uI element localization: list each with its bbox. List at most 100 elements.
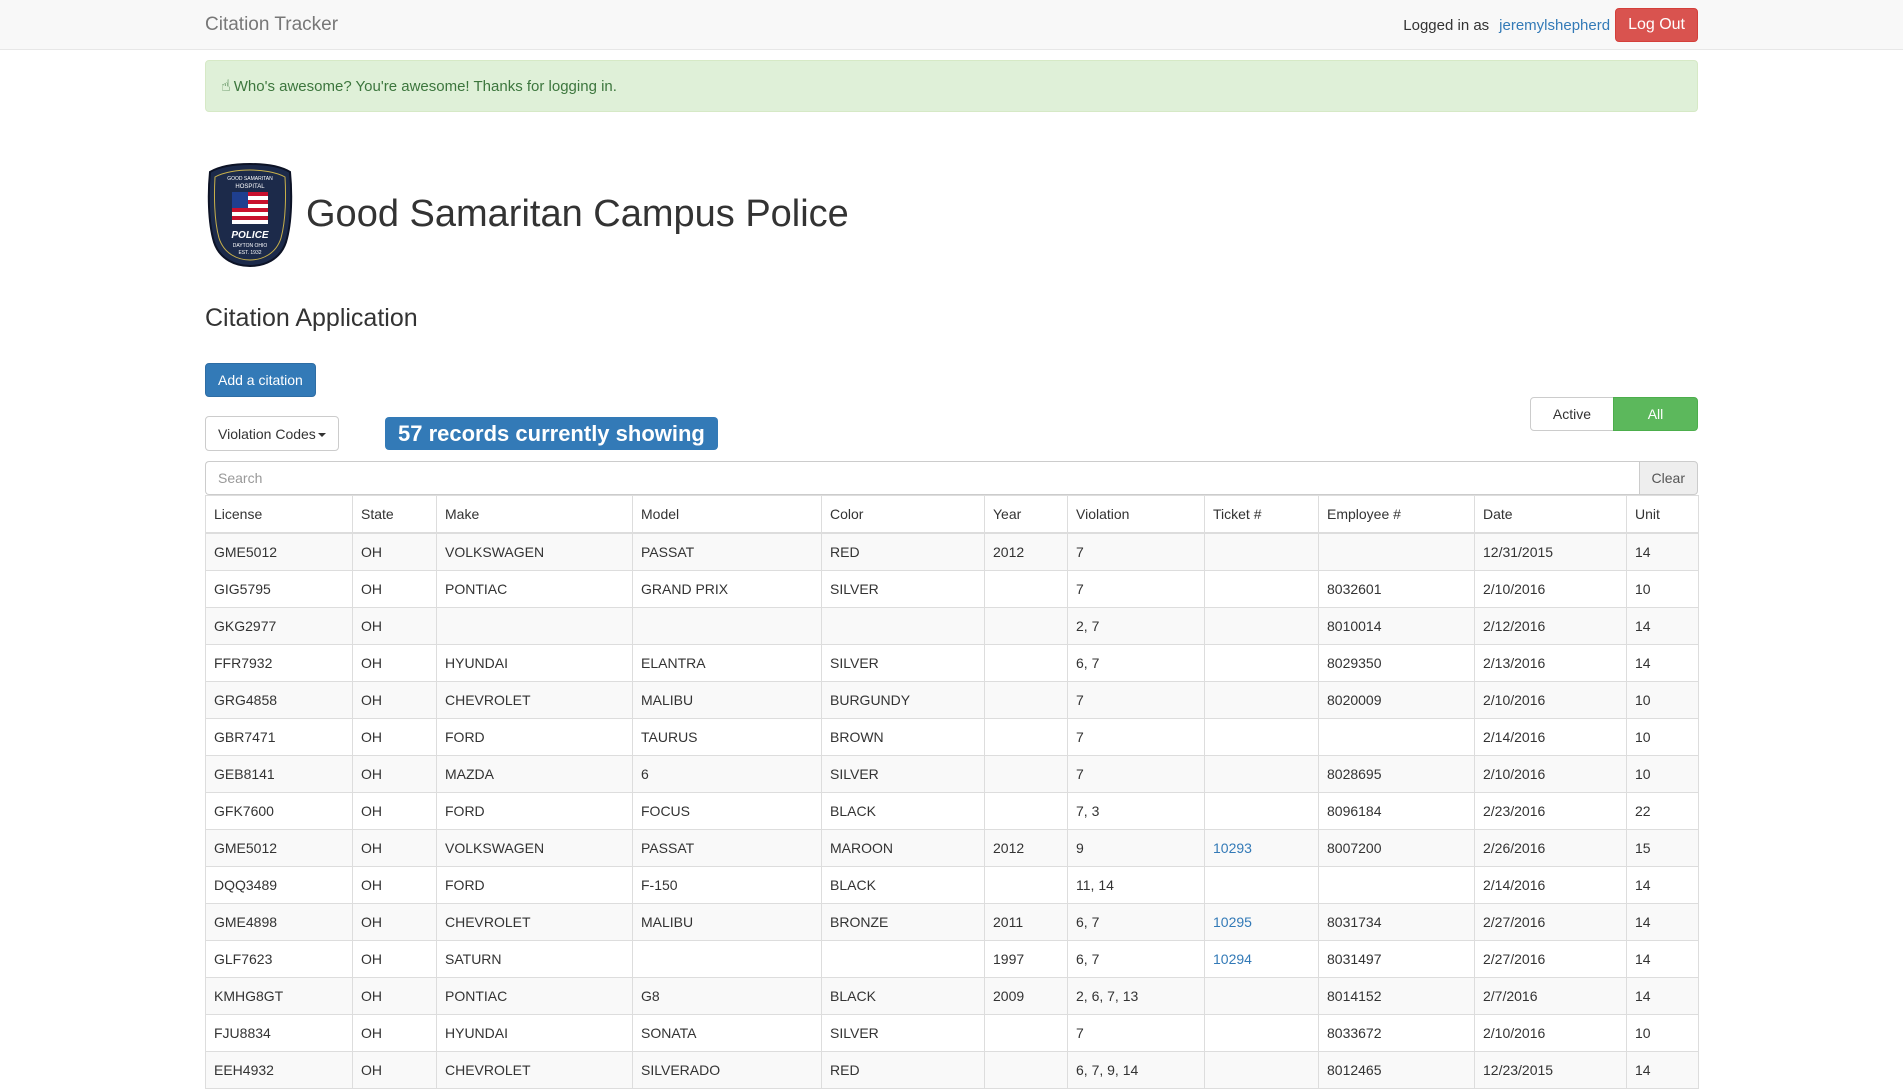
records-count-badge: 57 records currently showing: [385, 417, 718, 450]
all-filter-button[interactable]: All: [1613, 397, 1698, 431]
svg-text:POLICE: POLICE: [231, 230, 269, 241]
brand-link[interactable]: Citation Tracker: [205, 14, 338, 36]
table-cell: 12/31/2015: [1474, 532, 1627, 571]
svg-text:EST. 1932: EST. 1932: [238, 250, 261, 256]
table-cell: 12/23/2015: [1474, 1051, 1627, 1089]
table-cell: FORD: [436, 718, 633, 756]
column-header[interactable]: Make: [436, 495, 633, 534]
table-cell: 14: [1626, 866, 1699, 904]
table-cell: TAURUS: [632, 718, 822, 756]
table-cell: 10: [1626, 718, 1699, 756]
table-row[interactable]: FFR7932 OH HYUNDAI ELANTRA SILVER 6, 7 8029350…: [205, 644, 1699, 682]
table-cell: GRAND PRIX: [632, 570, 822, 608]
table-cell: GEB8141: [205, 755, 353, 793]
table-cell: MAZDA: [436, 755, 633, 793]
column-header[interactable]: Date: [1474, 495, 1627, 534]
table-cell: 14: [1626, 607, 1699, 645]
table-row[interactable]: FJU8834 OH HYUNDAI SONATA SILVER 7 8033672 2/10…: [205, 1014, 1699, 1052]
add-citation-button[interactable]: Add a citation: [205, 363, 316, 397]
table-cell: 8032601: [1318, 570, 1475, 608]
column-header[interactable]: Ticket #: [1204, 495, 1319, 534]
table-cell: G8: [632, 977, 822, 1015]
table-row[interactable]: GME4898 OH CHEVROLET MALIBU BRONZE 2011 6, 7 10…: [205, 903, 1699, 941]
table-row[interactable]: GRG4858 OH CHEVROLET MALIBU BURGUNDY 7 8020009…: [205, 681, 1699, 719]
column-header[interactable]: Color: [821, 495, 985, 534]
table-body: GME5012 OH VOLKSWAGEN PASSAT RED 2012 7 12/31/2…: [205, 532, 1699, 1089]
clear-button[interactable]: Clear: [1638, 461, 1698, 495]
table-cell: 8010014: [1318, 607, 1475, 645]
ticket-link[interactable]: 10293: [1213, 840, 1252, 856]
table-cell: 2/23/2016: [1474, 792, 1627, 830]
table-cell: 6, 7: [1067, 644, 1205, 682]
table-cell: OH: [352, 607, 437, 645]
table-cell: OH: [352, 1014, 437, 1052]
table-cell: OH: [352, 532, 437, 571]
table-cell: FORD: [436, 866, 633, 904]
table-row[interactable]: GLF7623 OH SATURN 1997 6, 7 10294 8031497 2/27/…: [205, 940, 1699, 978]
table-row[interactable]: GBR7471 OH FORD TAURUS BROWN 7 2/14/2016 10: [205, 718, 1699, 756]
table-row[interactable]: GFK7600 OH FORD FOCUS BLACK 7, 3 8096184 2/23/2…: [205, 792, 1699, 830]
table-cell: 2/10/2016: [1474, 681, 1627, 719]
table-cell: VOLKSWAGEN: [436, 829, 633, 867]
table-cell: 7: [1067, 1014, 1205, 1052]
table-row[interactable]: GME5012 OH VOLKSWAGEN PASSAT RED 2012 7 12/31/2…: [205, 532, 1699, 571]
table-cell: [1204, 607, 1319, 645]
table-cell: 2/27/2016: [1474, 940, 1627, 978]
table-row[interactable]: GEB8141 OH MAZDA 6 SILVER 7 8028695 2/10/2016 10: [205, 755, 1699, 793]
table-row[interactable]: EEH4932 OH CHEVROLET SILVERADO RED 6, 7, 9, 1…: [205, 1051, 1699, 1089]
ticket-link[interactable]: 10294: [1213, 951, 1252, 967]
table-cell: FOCUS: [632, 792, 822, 830]
table-cell: OH: [352, 940, 437, 978]
column-header[interactable]: Violation: [1067, 495, 1205, 534]
table-row[interactable]: KMHG8GT OH PONTIAC G8 BLACK 2009 2, 6, 7, 13 80…: [205, 977, 1699, 1015]
table-header-row: License State Make Model Color Year Violation T…: [205, 495, 1699, 534]
table-cell: BLACK: [821, 977, 985, 1015]
username-link[interactable]: jeremylshepherd: [1499, 17, 1610, 34]
table-cell: FJU8834: [205, 1014, 353, 1052]
table-cell: 14: [1626, 1051, 1699, 1089]
alert-message: Who's awesome? You're awesome! Thanks fo…: [233, 77, 617, 95]
column-header[interactable]: Year: [984, 495, 1068, 534]
column-header[interactable]: Model: [632, 495, 822, 534]
table-cell: 10: [1626, 1014, 1699, 1052]
table-cell: OH: [352, 570, 437, 608]
table-cell: OH: [352, 755, 437, 793]
table-cell: 8007200: [1318, 829, 1475, 867]
table-cell: OH: [352, 829, 437, 867]
column-header[interactable]: Unit: [1626, 495, 1699, 534]
search-input[interactable]: [205, 461, 1639, 495]
column-header[interactable]: License: [205, 495, 353, 534]
table-cell: 2/14/2016: [1474, 866, 1627, 904]
table-cell: [984, 1051, 1068, 1089]
table-cell: RED: [821, 532, 985, 571]
table-cell: 2/13/2016: [1474, 644, 1627, 682]
table-cell: [1204, 718, 1319, 756]
table-cell: SONATA: [632, 1014, 822, 1052]
table-cell: GFK7600: [205, 792, 353, 830]
table-cell: MAROON: [821, 829, 985, 867]
active-filter-button[interactable]: Active: [1529, 397, 1614, 431]
table-cell: F-150: [632, 866, 822, 904]
logout-button[interactable]: Log Out: [1615, 8, 1698, 42]
table-cell: 6, 7, 9, 14: [1067, 1051, 1205, 1089]
table-cell: 2/10/2016: [1474, 755, 1627, 793]
table-cell: VOLKSWAGEN: [436, 532, 633, 571]
table-cell: 10295: [1204, 903, 1319, 941]
table-cell: 10294: [1204, 940, 1319, 978]
column-header[interactable]: Employee #: [1318, 495, 1475, 534]
table-cell: SILVER: [821, 570, 985, 608]
table-row[interactable]: GME5012 OH VOLKSWAGEN PASSAT MAROON 2012 9 1029…: [205, 829, 1699, 867]
table-cell: BURGUNDY: [821, 681, 985, 719]
violation-codes-dropdown[interactable]: Violation Codes: [205, 416, 339, 451]
column-header[interactable]: State: [352, 495, 437, 534]
ticket-link[interactable]: 10295: [1213, 914, 1252, 930]
table-cell: 2/12/2016: [1474, 607, 1627, 645]
table-row[interactable]: GIG5795 OH PONTIAC GRAND PRIX SILVER 7 8032601…: [205, 570, 1699, 608]
table-cell: 8014152: [1318, 977, 1475, 1015]
table-cell: SILVER: [821, 644, 985, 682]
table-row[interactable]: GKG2977 OH 2, 7 8010014 2/12/2016 14: [205, 607, 1699, 645]
table-cell: 2, 6, 7, 13: [1067, 977, 1205, 1015]
table-row[interactable]: DQQ3489 OH FORD F-150 BLACK 11, 14 2/14/2016 14: [205, 866, 1699, 904]
table-cell: [821, 940, 985, 978]
table-cell: [1204, 866, 1319, 904]
